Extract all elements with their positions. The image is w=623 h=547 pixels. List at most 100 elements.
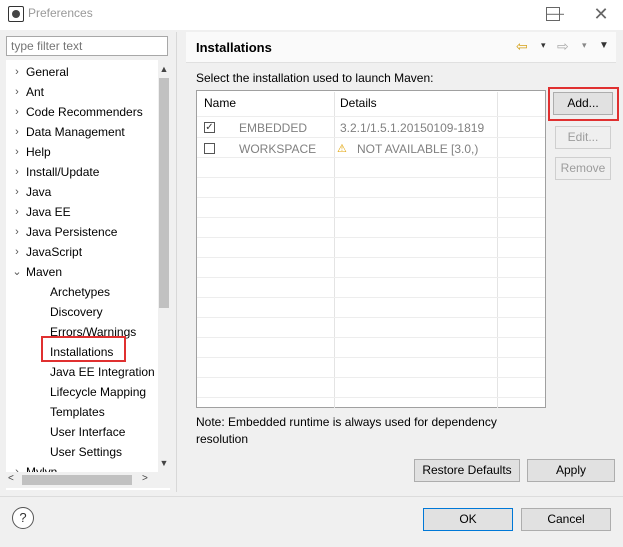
warning-icon: ⚠: [337, 143, 347, 155]
tree-item-label: Lifecycle Mapping: [50, 385, 147, 399]
instruction-text: Select the installation used to launch M…: [196, 71, 434, 85]
installation-name[interactable]: WORKSPACE: [239, 142, 316, 156]
apply-button[interactable]: Apply: [527, 459, 615, 482]
tree-item-label: Data Management: [26, 125, 125, 139]
row-divider: [197, 317, 545, 318]
cancel-button[interactable]: Cancel: [521, 508, 611, 531]
row-divider: [197, 277, 545, 278]
row-divider: [197, 257, 545, 258]
tree-item-code-recommenders[interactable]: › Code Recommenders: [6, 102, 156, 122]
scroll-up-arrow-icon[interactable]: ▲: [158, 64, 170, 74]
row-divider: [197, 197, 545, 198]
tree-item-java[interactable]: › Java: [6, 182, 156, 202]
tree-item-java-persistence[interactable]: › Java Persistence: [6, 222, 156, 242]
close-button[interactable]: ✕: [588, 1, 614, 27]
maximize-button[interactable]: [546, 7, 560, 21]
tree-item-templates[interactable]: Templates: [6, 402, 156, 422]
tree-item-discovery[interactable]: Discovery: [6, 302, 156, 322]
back-history-dropdown-icon[interactable]: ▾: [541, 40, 546, 51]
expand-arrow-icon[interactable]: ›: [10, 122, 24, 142]
tree-item-user-interface[interactable]: User Interface: [6, 422, 156, 442]
column-header-details[interactable]: Details: [340, 96, 377, 110]
help-icon[interactable]: ?: [12, 507, 34, 529]
preferences-tree: › General › Ant › Code Recommenders › Data M…: [6, 60, 170, 490]
row-divider: [197, 337, 545, 338]
add-button-highlight: [548, 87, 619, 121]
row-divider: [197, 237, 545, 238]
expand-arrow-icon[interactable]: ›: [10, 142, 24, 162]
expand-arrow-icon[interactable]: ›: [10, 202, 24, 222]
column-header-name[interactable]: Name: [204, 96, 236, 110]
tree-item-label: Code Recommenders: [26, 105, 143, 119]
tree-item-label: Ant: [26, 85, 45, 99]
tree-item-label: User Settings: [50, 445, 123, 459]
footer-divider: [0, 496, 623, 497]
expand-arrow-icon[interactable]: ›: [10, 182, 24, 202]
row-divider: [197, 217, 545, 218]
tree-item-maven[interactable]: ⌄ Maven: [6, 262, 156, 282]
expand-arrow-icon[interactable]: ›: [10, 162, 24, 182]
expand-arrow-icon[interactable]: ›: [10, 82, 24, 102]
tree-item-archetypes[interactable]: Archetypes: [6, 282, 156, 302]
app-icon: [8, 6, 24, 22]
tree-horizontal-scroll-thumb[interactable]: [22, 475, 132, 485]
expand-arrow-icon[interactable]: ›: [10, 222, 24, 242]
restore-defaults-button[interactable]: Restore Defaults: [414, 459, 520, 482]
row-divider: [197, 116, 545, 117]
row-divider: [197, 177, 545, 178]
collapse-arrow-icon[interactable]: ⌄: [10, 262, 24, 282]
scroll-left-arrow-icon[interactable]: <: [8, 473, 14, 484]
tree-item-ant[interactable]: › Ant: [6, 82, 156, 102]
scroll-right-arrow-icon[interactable]: >: [142, 473, 148, 484]
installation-name[interactable]: EMBEDDED: [239, 121, 307, 135]
tree-item-data-management[interactable]: › Data Management: [6, 122, 156, 142]
expand-arrow-icon[interactable]: ›: [10, 102, 24, 122]
ok-button[interactable]: OK: [423, 508, 513, 531]
tree-item-label: Java: [26, 185, 52, 199]
tree-item-help[interactable]: › Help: [6, 142, 156, 162]
tree-item-label: Templates: [50, 405, 105, 419]
remove-button[interactable]: Remove: [555, 157, 611, 180]
panel-divider[interactable]: [176, 32, 177, 492]
tree-vertical-scroll-thumb[interactable]: [159, 78, 169, 308]
tree-item-label: Java EE: [26, 205, 71, 219]
forward-arrow-icon[interactable]: ⇨: [557, 38, 569, 55]
view-menu-icon[interactable]: ▼: [599, 40, 609, 51]
window-title: Preferences: [28, 6, 93, 20]
back-arrow-icon[interactable]: ⇦: [516, 38, 528, 55]
tree-item-user-settings[interactable]: User Settings: [6, 442, 156, 462]
note-text: Note: Embedded runtime is always used fo…: [196, 415, 497, 446]
workspace-checkbox[interactable]: [204, 143, 215, 154]
column-separator: [334, 92, 335, 408]
row-divider: [197, 397, 545, 398]
tree-item-label: Java Persistence: [26, 225, 118, 239]
row-divider: [197, 377, 545, 378]
tree-item-label: Java EE Integration: [50, 365, 155, 379]
filter-input[interactable]: [6, 36, 168, 56]
column-separator: [497, 92, 498, 408]
edit-button[interactable]: Edit...: [555, 126, 611, 149]
expand-arrow-icon[interactable]: ›: [10, 242, 24, 262]
row-divider: [197, 157, 545, 158]
embedded-checkbox[interactable]: ✓: [204, 122, 215, 133]
tree-item-label: Help: [26, 145, 51, 159]
expand-arrow-icon[interactable]: ›: [10, 62, 24, 82]
tree-item-java-ee[interactable]: › Java EE: [6, 202, 156, 222]
tree-item-general[interactable]: › General: [6, 62, 156, 82]
tree-item-lifecycle-mapping[interactable]: Lifecycle Mapping: [6, 382, 156, 402]
tree-item-java-ee-integration[interactable]: Java EE Integration: [6, 362, 156, 382]
tree-item-install-update[interactable]: › Install/Update: [6, 162, 156, 182]
installations-highlight: [41, 336, 126, 362]
scroll-down-arrow-icon[interactable]: ▼: [158, 458, 170, 468]
tree-item-label: Maven: [26, 265, 63, 279]
installation-details[interactable]: 3.2.1/1.5.1.20150109-1819: [340, 121, 484, 135]
header-divider: [186, 62, 616, 63]
tree-item-label: General: [26, 65, 69, 79]
tree-item-javascript[interactable]: › JavaScript: [6, 242, 156, 262]
title-bar: [0, 0, 623, 30]
tree-item-label: Archetypes: [50, 285, 111, 299]
forward-history-dropdown-icon[interactable]: ▾: [582, 40, 587, 51]
installation-details[interactable]: NOT AVAILABLE [3.0,): [357, 142, 478, 156]
row-divider: [197, 137, 545, 138]
tree-item-label: User Interface: [50, 425, 126, 439]
